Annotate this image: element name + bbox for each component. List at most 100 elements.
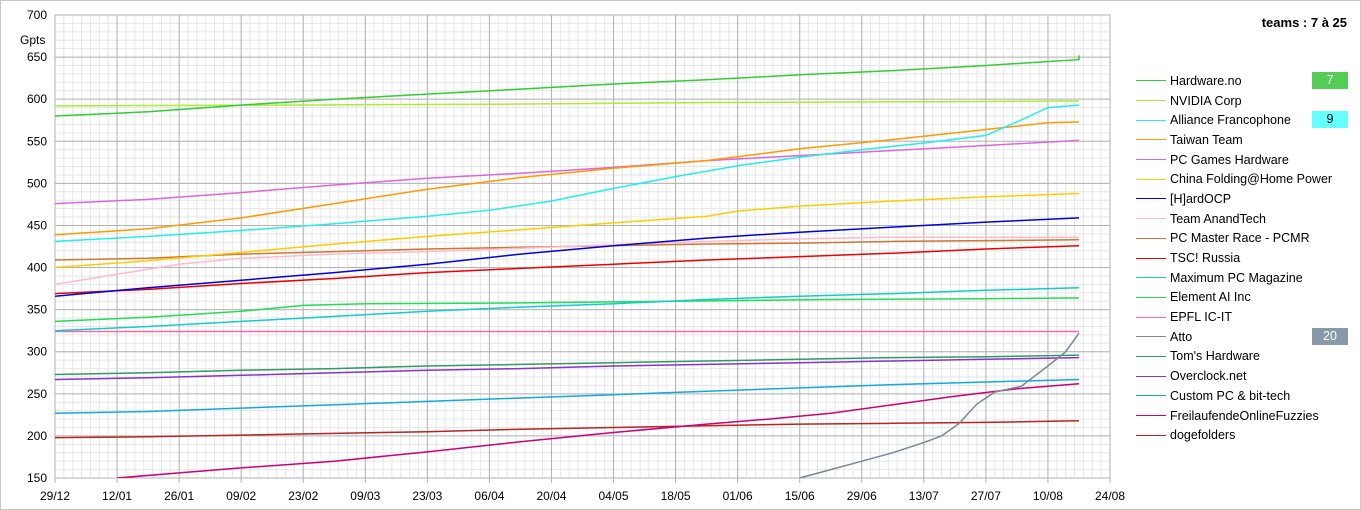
legend-item: Taiwan Team [1136,130,1350,150]
x-tick-label: 27/07 [971,489,1001,503]
legend: Hardware.no 7 NVIDIA Corp Alliance Francoph… [1136,71,1350,445]
series-line [55,100,1080,107]
legend-label: Alliance Francophone [1170,113,1291,128]
y-tick-label: 200 [27,429,47,443]
legend-item: Custom PC & bit-tech [1136,386,1350,406]
y-tick-label: 350 [27,303,47,317]
legend-label: PC Master Race - PCMR [1170,231,1310,246]
x-tick-label: 29/12 [40,489,70,503]
legend-swatch [1136,139,1166,141]
legend-swatch [1136,415,1166,417]
legend-item: Atto 20 [1136,327,1350,347]
series-layer [55,55,1080,478]
legend-item: Alliance Francophone 9 [1136,110,1350,130]
legend-label: Overclock.net [1170,369,1247,384]
series-line [55,420,1080,439]
y-tick-label: 500 [27,176,47,190]
series-line [117,382,1080,478]
series-line [55,236,1079,286]
legend-item: NVIDIA Corp [1136,91,1350,111]
legend-label: Tom's Hardware [1170,349,1260,364]
legend-swatch [1136,159,1166,161]
legend-label: Element AI Inc [1170,290,1251,305]
x-tick-label: 06/04 [474,489,504,503]
legend-swatch [1136,178,1166,180]
y-tick-label: 250 [27,387,47,401]
legend-item: [H]ardOCP [1136,189,1350,209]
legend-item: EPFL IC-IT [1136,307,1350,327]
rank-badge: 20 [1312,327,1348,345]
legend-label: [H]ardOCP [1170,191,1232,206]
legend-swatch [1136,395,1166,397]
legend-item: dogefolders [1136,425,1350,445]
legend-label: TSC! Russia [1170,251,1241,266]
legend-item: Team AnandTech [1136,209,1350,229]
x-tick-label: 20/04 [536,489,566,503]
x-tick-label: 23/02 [288,489,318,503]
y-tick-label: 550 [27,134,47,148]
legend-item: Hardware.no 7 [1136,71,1350,91]
legend-label: FreilaufendeOnlineFuzzies [1170,408,1319,423]
x-tick-label: 09/02 [226,489,256,503]
legend-item: Overclock.net [1136,366,1350,386]
y-tick-label: 650 [27,50,47,64]
series-line [55,121,1080,236]
legend-swatch [1136,257,1166,259]
legend-item: FreilaufendeOnlineFuzzies [1136,406,1350,426]
x-tick-label: 15/06 [785,489,815,503]
series-line [55,55,1080,117]
y-tick-label: 400 [27,261,47,275]
legend-item: Element AI Inc [1136,288,1350,308]
y-tick-label: 150 [27,471,47,485]
rank-badge: 9 [1312,111,1348,129]
legend-swatch [1136,336,1166,338]
legend-label: Taiwan Team [1170,132,1243,147]
legend-item: China Folding@Home Power [1136,169,1350,189]
legend-swatch [1136,80,1166,82]
series-line [55,192,1080,269]
legend-swatch [1136,237,1166,239]
legend-label: PC Games Hardware [1170,152,1289,167]
x-tick-label: 12/01 [102,489,132,503]
x-tick-label: 10/08 [1033,489,1063,503]
y-tick-label: 600 [27,92,47,106]
legend-item: TSC! Russia [1136,248,1350,268]
legend-swatch [1136,296,1166,298]
x-tick-label: 09/03 [350,489,380,503]
legend-swatch [1136,355,1166,357]
x-tick-label: 23/03 [412,489,442,503]
x-tick-label: 13/07 [909,489,939,503]
series-line [55,244,1080,295]
legend-item: Maximum PC Magazine [1136,268,1350,288]
legend-swatch [1136,198,1166,200]
legend-swatch [1136,434,1166,436]
legend-label: dogefolders [1170,428,1236,443]
legend-swatch [1136,218,1166,220]
legend-label: EPFL IC-IT [1170,310,1233,325]
legend-swatch [1136,119,1166,121]
legend-label: Maximum PC Magazine [1170,270,1303,285]
legend-label: Hardware.no [1170,73,1242,88]
legend-label: Atto [1170,329,1193,344]
legend-swatch [1136,100,1166,102]
x-tick-label: 01/06 [723,489,753,503]
x-tick-label: 18/05 [661,489,691,503]
legend-swatch [1136,277,1166,279]
series-line [55,354,1080,376]
legend-label: Team AnandTech [1170,211,1266,226]
legend-swatch [1136,375,1166,377]
legend-swatch [1136,316,1166,318]
y-tick-label: 450 [27,218,47,232]
x-tick-label: 24/08 [1095,489,1125,503]
x-tick-label: 26/01 [164,489,194,503]
series-line [799,332,1080,478]
teams-range-label: teams : 7 à 25 [1261,15,1347,30]
y-tick-label: 700 [27,8,47,22]
x-tick-label: 29/06 [847,489,877,503]
legend-label: Custom PC & bit-tech [1170,388,1291,403]
legend-item: Tom's Hardware [1136,347,1350,367]
rank-badge: 7 [1312,72,1348,89]
series-line [55,378,1080,414]
legend-label: NVIDIA Corp [1170,93,1242,108]
legend-item: PC Games Hardware [1136,150,1350,170]
